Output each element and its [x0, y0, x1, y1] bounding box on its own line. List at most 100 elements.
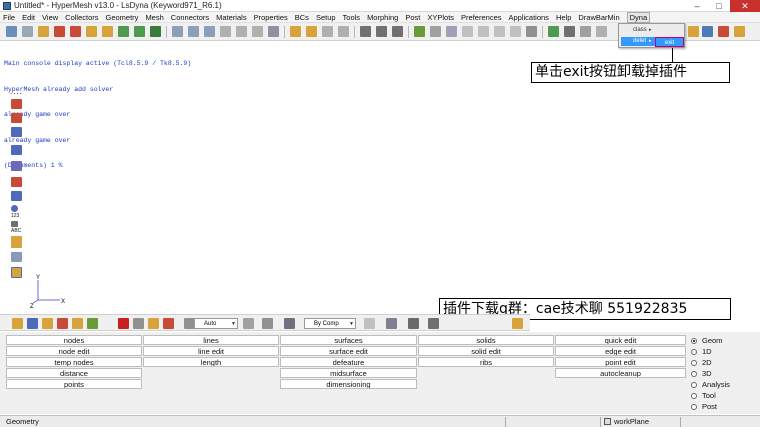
unmask-icon[interactable]: [148, 318, 159, 329]
quick-edit-button[interactable]: quick edit: [555, 335, 686, 345]
length-button[interactable]: length: [143, 357, 279, 367]
solids-button[interactable]: solids: [418, 335, 554, 345]
pan-icon[interactable]: [22, 26, 33, 37]
save-icon[interactable]: [306, 26, 317, 37]
menu-edit[interactable]: Edit: [22, 13, 35, 22]
spin-icon[interactable]: [252, 26, 263, 37]
dyna-class-item[interactable]: class: [633, 27, 647, 33]
menu-mesh[interactable]: Mesh: [145, 13, 163, 22]
frame-icon[interactable]: [11, 267, 22, 278]
cylinder-icon[interactable]: [446, 26, 457, 37]
check-icon[interactable]: [548, 26, 559, 37]
distance-button[interactable]: distance: [6, 368, 142, 378]
feature-icon[interactable]: [428, 318, 439, 329]
points-button[interactable]: points: [6, 379, 142, 389]
numbers-label[interactable]: 123: [11, 213, 19, 219]
center-icon[interactable]: [268, 26, 279, 37]
show-icon[interactable]: [87, 318, 98, 329]
export-icon[interactable]: [338, 26, 349, 37]
radio-post[interactable]: Post: [691, 402, 717, 411]
menu-connectors[interactable]: Connectors: [171, 13, 209, 22]
fit-icon[interactable]: [204, 26, 215, 37]
import-icon[interactable]: [322, 26, 333, 37]
menu-help[interactable]: Help: [556, 13, 571, 22]
hide-icon[interactable]: [133, 318, 144, 329]
rotate-icon[interactable]: [70, 26, 81, 37]
lines-button[interactable]: lines: [143, 335, 279, 345]
color-mode-select[interactable]: Auto ▼: [194, 318, 238, 329]
arrow-icon[interactable]: [236, 26, 247, 37]
sum3-icon[interactable]: [392, 26, 403, 37]
box4-icon[interactable]: [510, 26, 521, 37]
minimize-button[interactable]: –: [686, 0, 708, 12]
info-icon[interactable]: [11, 205, 18, 212]
hand-icon[interactable]: [220, 26, 231, 37]
tool-a-icon[interactable]: [688, 26, 699, 37]
autocleanup-button[interactable]: autocleanup: [555, 368, 686, 378]
zoom-in-icon[interactable]: [172, 26, 183, 37]
contour-icon[interactable]: [11, 191, 22, 201]
sum2-icon[interactable]: [376, 26, 387, 37]
menu-geometry[interactable]: Geometry: [106, 13, 139, 22]
zoom-icon[interactable]: [6, 26, 17, 37]
menu-properties[interactable]: Properties: [254, 13, 288, 22]
menu-applications[interactable]: Applications: [508, 13, 548, 22]
menu-file[interactable]: File: [3, 13, 15, 22]
defeature-button[interactable]: defeature: [280, 357, 417, 367]
sum-icon[interactable]: [360, 26, 371, 37]
ribs-button[interactable]: ribs: [418, 357, 554, 367]
wire-icon[interactable]: [11, 127, 22, 137]
model-icon[interactable]: [12, 318, 23, 329]
shade-icon[interactable]: [11, 113, 22, 123]
delete-icon[interactable]: [118, 318, 129, 329]
color-by-select[interactable]: By Comp ▼: [304, 318, 356, 329]
point-edit-button[interactable]: point edit: [555, 357, 686, 367]
radio-tool[interactable]: Tool: [691, 391, 716, 400]
circle-icon[interactable]: [11, 177, 22, 187]
solid-edit-button[interactable]: solid edit: [418, 346, 554, 356]
help-icon[interactable]: [734, 26, 745, 37]
radio-geom[interactable]: Geom: [691, 336, 722, 345]
nodes-button[interactable]: nodes: [6, 335, 142, 345]
radio-analysis[interactable]: Analysis: [691, 380, 730, 389]
tool-b-icon[interactable]: [702, 26, 713, 37]
menu-dyna[interactable]: Dyna: [626, 11, 651, 23]
node-edit-button[interactable]: node edit: [6, 346, 142, 356]
command-console[interactable]: Main console display active (Tcl8.5.9 / …: [4, 43, 564, 169]
project-icon[interactable]: [134, 26, 145, 37]
dyna-exit-item[interactable]: exit: [655, 37, 684, 47]
mesh2-icon[interactable]: [11, 161, 22, 171]
toolbar-grip[interactable]: ....: [10, 87, 23, 96]
temp-nodes-button[interactable]: temp nodes: [6, 357, 142, 367]
select-icon[interactable]: [38, 26, 49, 37]
box3-icon[interactable]: [494, 26, 505, 37]
legend-icon[interactable]: [11, 252, 22, 262]
midsurface-button[interactable]: midsurface: [280, 368, 417, 378]
abc-label[interactable]: ABC: [11, 228, 21, 234]
user-icon[interactable]: [718, 26, 729, 37]
menu-preferences[interactable]: Preferences: [461, 13, 501, 22]
shaded-icon[interactable]: [386, 318, 397, 329]
cube-icon[interactable]: [284, 318, 295, 329]
box2-icon[interactable]: [478, 26, 489, 37]
menu-setup[interactable]: Setup: [316, 13, 336, 22]
close-button[interactable]: ✕: [730, 0, 760, 12]
maximize-button[interactable]: □: [708, 0, 730, 12]
menu-morphing[interactable]: Morphing: [367, 13, 398, 22]
mask-icon[interactable]: [27, 318, 38, 329]
sigma-icon[interactable]: [564, 26, 575, 37]
component-icon[interactable]: [11, 99, 22, 109]
position-icon[interactable]: [150, 26, 161, 37]
lighting-icon[interactable]: [262, 318, 273, 329]
radio-3d[interactable]: 3D: [691, 369, 712, 378]
box-icon[interactable]: [462, 26, 473, 37]
line-icon[interactable]: [414, 26, 425, 37]
dimensioning-button[interactable]: dimensioning: [280, 379, 417, 389]
menu-drawbarmin[interactable]: DrawBarMin: [578, 13, 619, 22]
solid-icon[interactable]: [526, 26, 537, 37]
edge-icon[interactable]: [408, 318, 419, 329]
tag-icon[interactable]: [11, 221, 18, 227]
list-icon[interactable]: [596, 26, 607, 37]
star-icon[interactable]: [512, 318, 523, 329]
find-icon[interactable]: [42, 318, 53, 329]
